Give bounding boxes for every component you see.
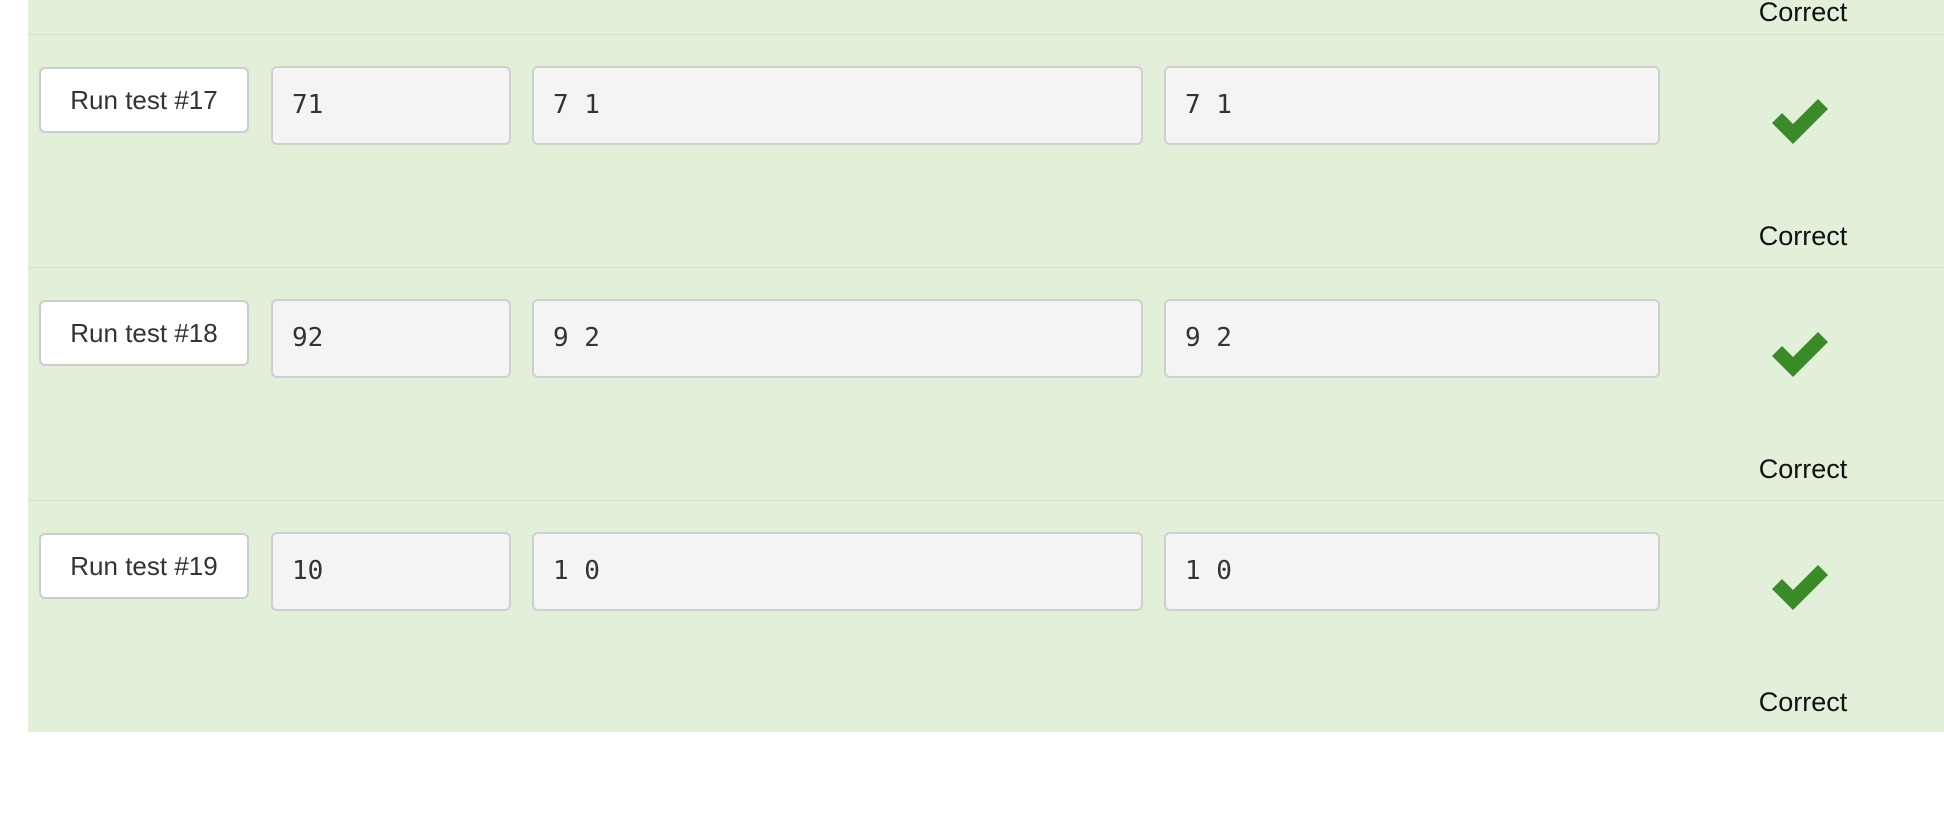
test-result-row: Correct [28,0,1944,34]
test-result-row: Run test #19 10 1 0 1 0 Correct [28,500,1944,732]
expected-output-field[interactable]: 9 2 [532,299,1143,378]
run-test-19-button[interactable]: Run test #19 [39,533,249,599]
status-label: Correct [1758,221,1848,251]
actual-output-field[interactable]: 7 1 [1164,66,1660,145]
test-result-row: Run test #17 71 7 1 7 1 Correct [28,34,1944,266]
run-test-18-button[interactable]: Run test #18 [39,300,249,366]
expected-output-field[interactable]: 1 0 [532,532,1143,611]
test-input-field[interactable]: 92 [271,299,511,378]
status-label: Correct [1758,0,1848,27]
status-label: Correct [1758,687,1848,717]
checkmark-icon [1772,332,1828,377]
test-input-field[interactable]: 71 [271,66,511,145]
test-input-field[interactable]: 10 [271,532,511,611]
test-results-table: Correct Run test #17 71 7 1 7 1 Correct … [28,0,1944,732]
test-result-row: Run test #18 92 9 2 9 2 Correct [28,267,1944,499]
checkmark-icon [1772,565,1828,610]
actual-output-field[interactable]: 9 2 [1164,299,1660,378]
run-test-17-button[interactable]: Run test #17 [39,67,249,133]
status-label: Correct [1758,454,1848,484]
checkmark-icon [1772,99,1828,144]
expected-output-field[interactable]: 7 1 [532,66,1143,145]
actual-output-field[interactable]: 1 0 [1164,532,1660,611]
